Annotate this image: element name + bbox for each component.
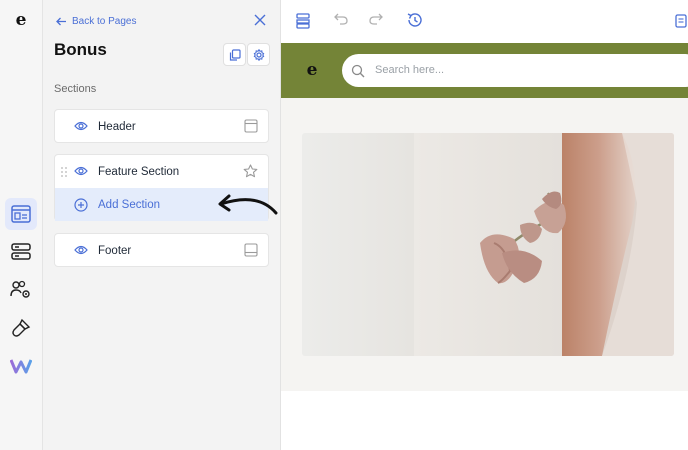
search-input[interactable] <box>373 63 657 77</box>
brand-nav-button[interactable] <box>5 350 37 382</box>
eye-icon[interactable] <box>74 166 88 176</box>
pages-nav-button[interactable] <box>5 198 37 230</box>
star-icon[interactable] <box>243 164 258 178</box>
history-icon[interactable] <box>407 12 423 28</box>
brush-icon <box>12 318 31 337</box>
close-icon[interactable] <box>254 14 266 26</box>
pages-icon <box>11 205 31 223</box>
hero-image <box>302 133 674 356</box>
section-row[interactable]: Footer <box>55 234 268 267</box>
footer-layout-icon <box>244 243 258 257</box>
annotation-arrow-icon <box>218 194 278 215</box>
users-settings-nav-button[interactable] <box>5 274 37 306</box>
redo-icon[interactable] <box>369 12 383 26</box>
add-section-label: Add Section <box>98 198 161 211</box>
section-label: Header <box>98 120 136 133</box>
w-logo-icon <box>10 359 32 374</box>
editor-toolbar <box>281 0 688 43</box>
layout-toggle-icon[interactable] <box>296 13 310 29</box>
arrow-left-icon <box>56 17 66 25</box>
back-to-pages-link[interactable]: Back to Pages <box>56 12 136 30</box>
sections-panel: Back to Pages Bonus Sections Header Feat… <box>43 0 281 450</box>
page-title: Bonus <box>54 40 107 59</box>
plus-circle-icon <box>74 198 88 212</box>
page-settings-button[interactable] <box>247 43 270 66</box>
copy-icon <box>229 48 241 61</box>
duplicate-page-button[interactable] <box>223 43 246 66</box>
gear-icon <box>253 48 264 61</box>
section-label: Footer <box>98 244 132 257</box>
drag-handle-icon[interactable] <box>61 167 67 177</box>
section-card-footer[interactable]: Footer <box>54 233 269 267</box>
header-layout-icon <box>244 119 258 133</box>
section-card-header[interactable]: Header <box>54 109 269 143</box>
sections-heading: Sections <box>54 83 97 95</box>
site-logo: e <box>306 60 318 80</box>
search-bar[interactable] <box>342 54 688 87</box>
page-icon[interactable] <box>675 14 687 28</box>
site-header[interactable]: e <box>281 43 688 98</box>
eye-icon[interactable] <box>74 245 88 255</box>
eye-icon[interactable] <box>74 121 88 131</box>
section-label: Feature Section <box>98 165 180 178</box>
page-preview: e <box>281 43 688 450</box>
left-rail: e <box>0 0 43 450</box>
undo-icon[interactable] <box>334 12 348 26</box>
tulip-photo <box>302 133 674 356</box>
sections-icon <box>11 243 31 260</box>
search-icon <box>351 64 365 78</box>
users-settings-icon <box>10 280 30 298</box>
section-row[interactable]: Feature Section <box>55 155 268 188</box>
section-row[interactable]: Header <box>55 110 268 143</box>
design-nav-button[interactable] <box>5 312 37 344</box>
back-link-label: Back to Pages <box>72 15 137 27</box>
app-logo: e <box>15 10 27 30</box>
feature-section[interactable] <box>281 98 688 391</box>
sections-nav-button[interactable] <box>5 236 37 268</box>
